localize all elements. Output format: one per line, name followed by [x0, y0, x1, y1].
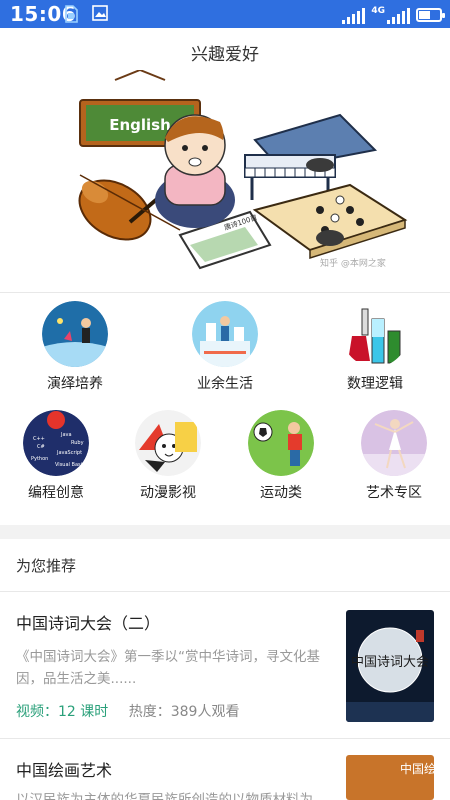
category-label: 艺术专区: [366, 485, 422, 501]
category-label: 演绎培养: [47, 376, 103, 392]
category-label: 运动类: [260, 485, 302, 501]
sports-icon: [248, 410, 314, 476]
battery-icon: [416, 8, 445, 22]
svg-text:Ruby: Ruby: [71, 440, 84, 446]
programming-icon: C++ Java C# Ruby JavaScript Python Visua…: [23, 410, 89, 476]
piano-icon: [244, 113, 378, 200]
recommend-item-title: 中国诗词大会（二）: [16, 614, 161, 633]
category-label: 业余生活: [197, 376, 253, 392]
svg-text:C#: C#: [37, 444, 45, 450]
svg-text:C++: C++: [33, 436, 45, 442]
sim-icon: [64, 5, 78, 27]
svg-text:Java: Java: [60, 432, 72, 438]
recommend-item-thumbnail: 中国诗词大会: [346, 610, 434, 722]
category-anime[interactable]: 动漫影视: [112, 410, 224, 502]
thumbnail-text: 中国诗词大会: [351, 655, 429, 670]
recommend-item-desc: 以汉民族为主体的华夏民族所创造的以物质材料为: [16, 792, 313, 800]
divider: [0, 292, 450, 293]
category-art[interactable]: 艺术专区: [338, 410, 450, 502]
banner-watermark: 知乎 @本网之家: [320, 257, 386, 269]
category-sports[interactable]: 运动类: [225, 410, 337, 502]
svg-text:Python: Python: [31, 456, 48, 462]
art-icon: [361, 410, 427, 476]
signal-icon: [342, 8, 366, 24]
status-bar: 15:06 4G: [0, 0, 450, 28]
recommend-item[interactable]: 中国诗词大会（二） 《中国诗词大会》第一季以“赏中华诗词，寻文化基因，品生活之美…: [0, 592, 450, 738]
anime-icon: [135, 410, 201, 476]
category-programming[interactable]: C++ Java C# Ruby JavaScript Python Visua…: [0, 410, 112, 502]
category-label: 编程创意: [28, 485, 84, 501]
section-separator: [0, 525, 450, 539]
video-count: 视频：12 课时: [16, 704, 109, 720]
gallery-icon: [92, 5, 108, 25]
category-performance[interactable]: 演绎培养: [19, 301, 131, 393]
page-title: 兴趣爱好: [191, 45, 259, 65]
category-label: 动漫影视: [140, 485, 196, 501]
recommend-item-thumbnail: 中国绘: [346, 755, 434, 800]
recommend-item-title: 中国绘画艺术: [16, 761, 113, 780]
banner-illustration: English 唐诗100首 知乎 @本网之家: [20, 69, 430, 275]
thumbnail-text: 中国绘: [400, 761, 434, 776]
category-leisure[interactable]: 业余生活: [169, 301, 281, 393]
category-science[interactable]: 数理逻辑: [319, 301, 431, 393]
recommend-item-desc: 《中国诗词大会》第一季以“赏中华诗词，寻文化基因，品生活之美......: [16, 649, 320, 687]
network-label: 4G: [371, 6, 385, 16]
performance-icon: [42, 301, 108, 367]
leisure-icon: [192, 301, 258, 367]
view-count: 热度：389人观看: [128, 704, 240, 720]
category-label: 数理逻辑: [347, 376, 403, 392]
recommend-section-title: 为您推荐: [16, 557, 77, 575]
english-board-text: English: [109, 116, 171, 134]
recommend-item-meta: 视频：12 课时 热度：389人观看: [16, 701, 239, 721]
svg-text:JavaScript: JavaScript: [56, 450, 82, 456]
signal-4g-icon: [387, 8, 410, 24]
science-icon: [342, 301, 408, 367]
recommend-item[interactable]: 中国绘画艺术 以汉民族为主体的华夏民族所创造的以物质材料为 中国绘: [0, 739, 450, 800]
svg-text:Visual Basic: Visual Basic: [55, 462, 85, 468]
battery-level: [419, 11, 430, 19]
